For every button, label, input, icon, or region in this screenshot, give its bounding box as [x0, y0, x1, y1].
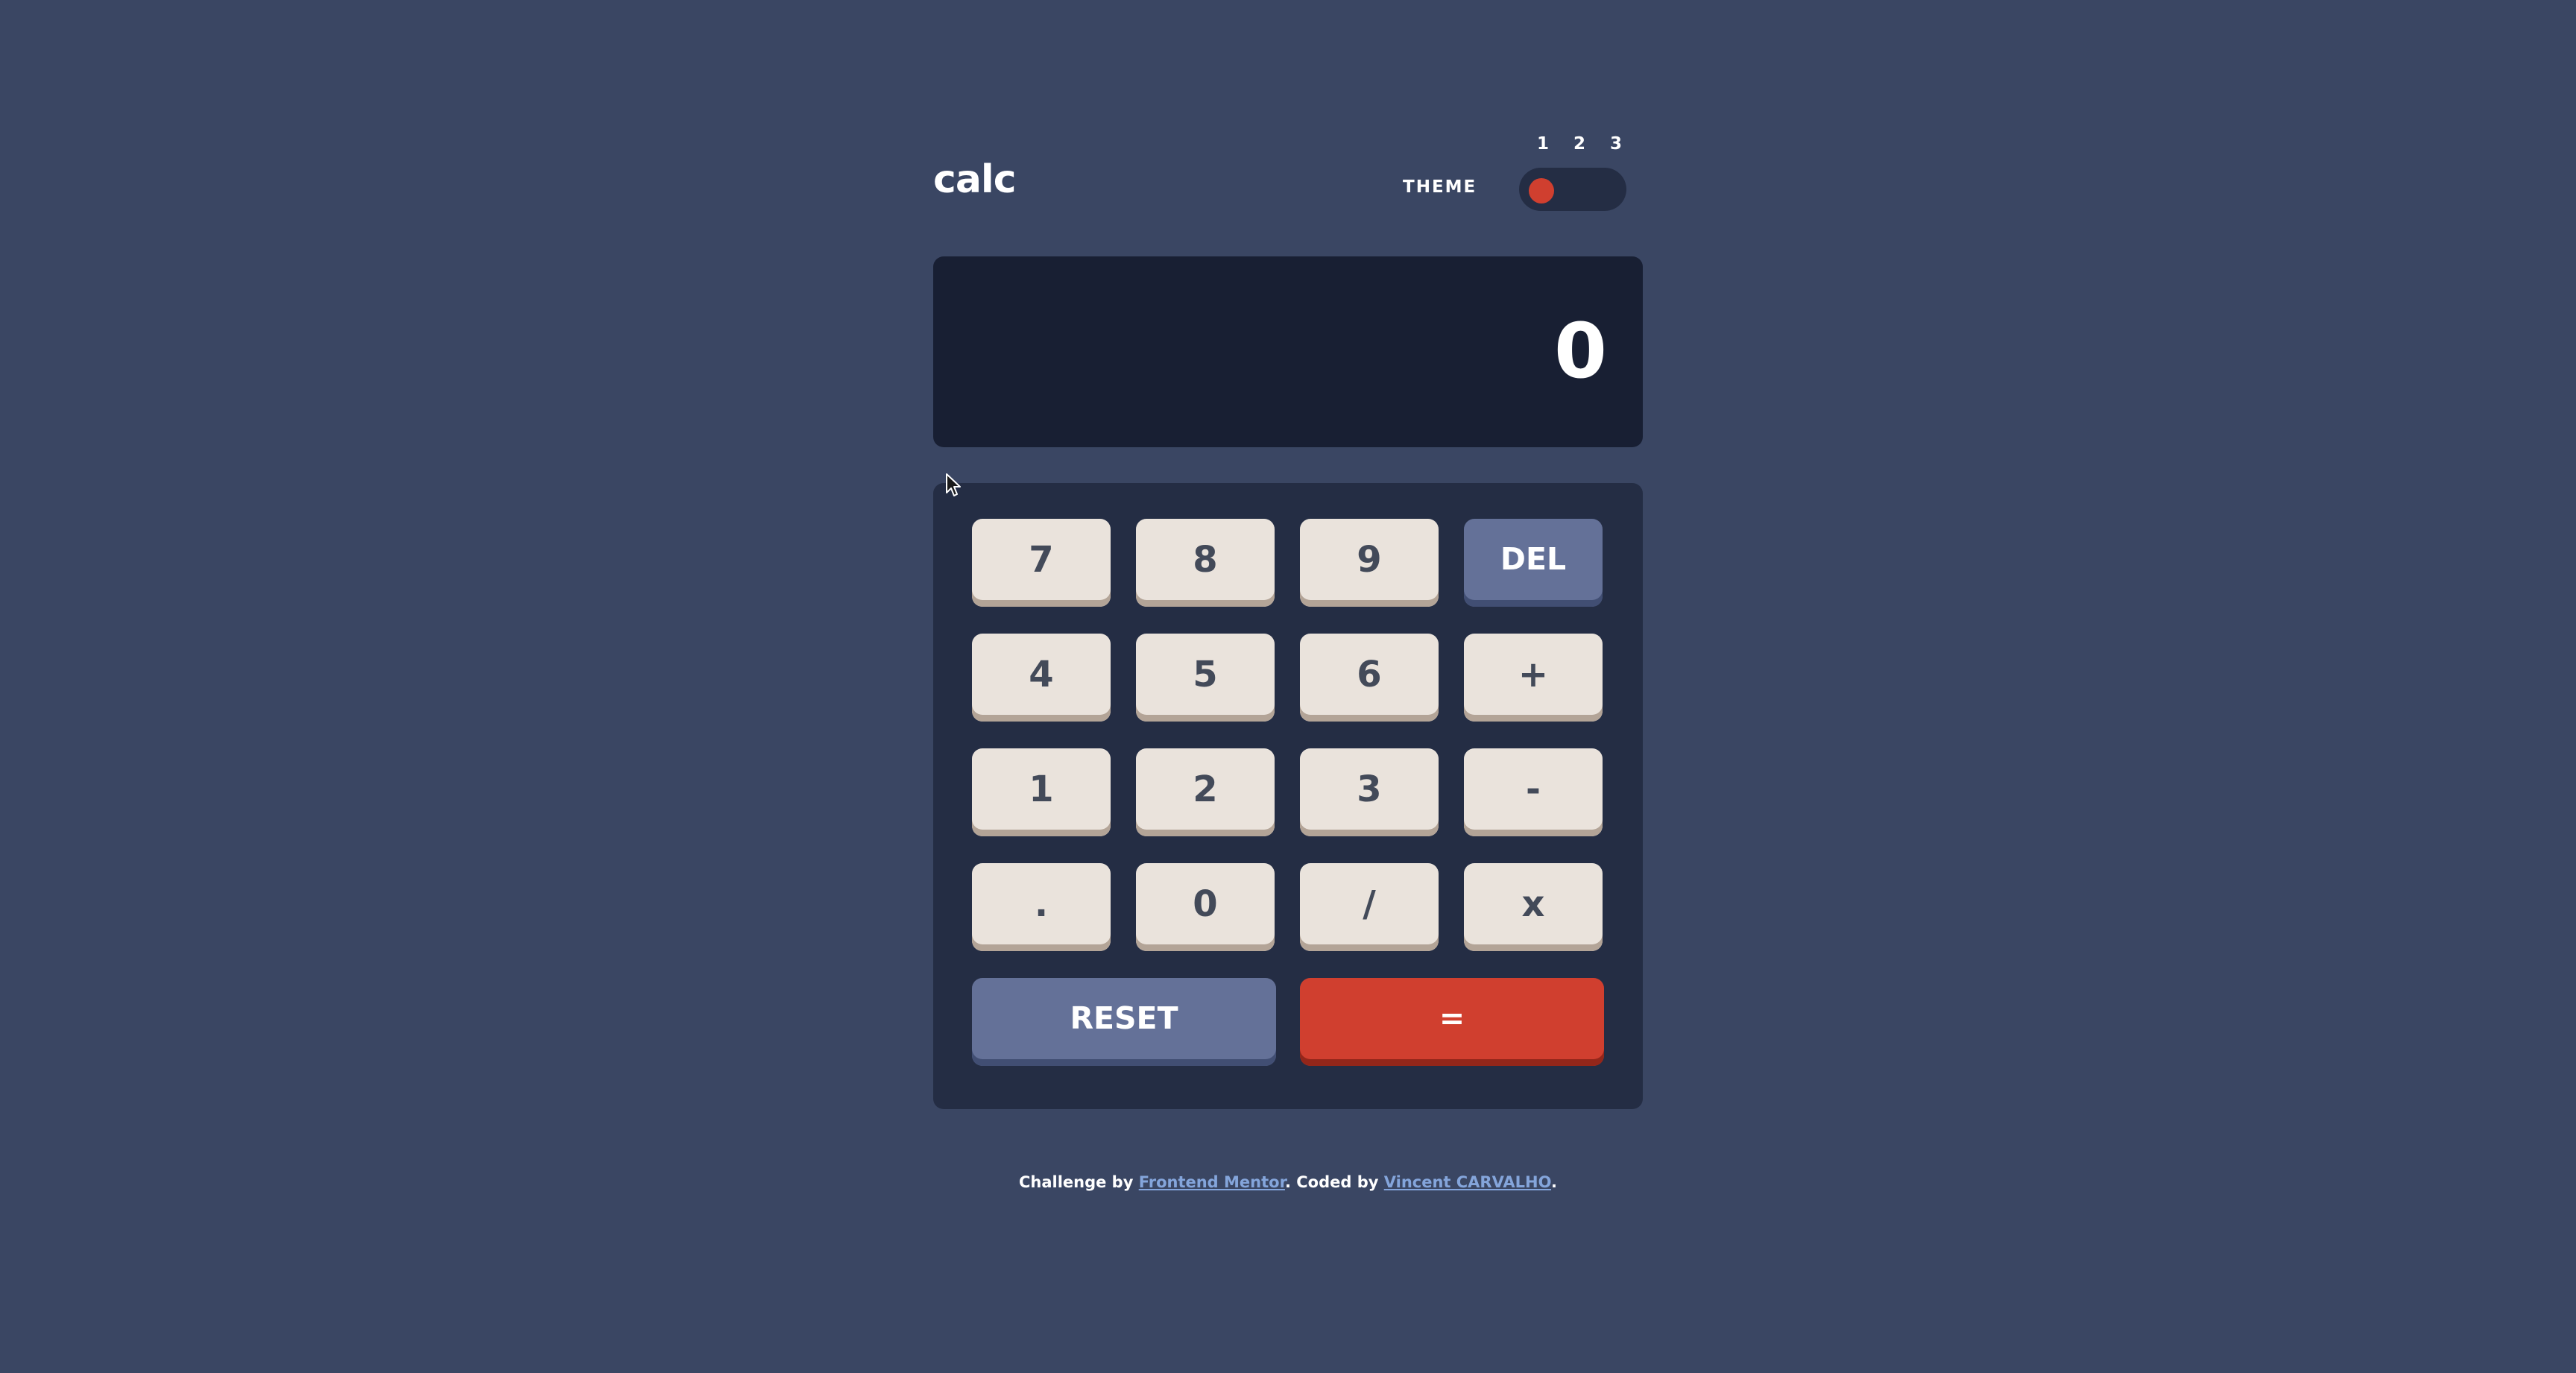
attribution-footer: Challenge by Frontend Mentor. Coded by V… [0, 1175, 2576, 1190]
calculator-display: 0 [933, 256, 1643, 447]
subtract-button[interactable]: - [1464, 748, 1603, 836]
theme-label: THEME [1403, 177, 1477, 197]
theme-number-2: 2 [1573, 134, 1585, 154]
display-value: 0 [1554, 307, 1607, 396]
reset-button[interactable]: RESET [972, 978, 1276, 1066]
key-9[interactable]: 9 [1300, 519, 1439, 607]
theme-number-1: 1 [1536, 134, 1549, 154]
frontend-mentor-link[interactable]: Frontend Mentor [1139, 1173, 1285, 1191]
key-6[interactable]: 6 [1300, 634, 1439, 722]
app-logo: calc [933, 157, 1017, 202]
delete-button[interactable]: DEL [1464, 519, 1603, 607]
theme-number-3: 3 [1609, 134, 1622, 154]
divide-button[interactable]: / [1300, 863, 1439, 951]
key-3[interactable]: 3 [1300, 748, 1439, 836]
decimal-button[interactable]: . [972, 863, 1111, 951]
add-button[interactable]: + [1464, 634, 1603, 722]
keypad: 7 8 9 DEL 4 5 6 + 1 2 3 - . 0 / x RESET … [933, 483, 1643, 1109]
theme-toggle-knob[interactable] [1529, 178, 1554, 203]
multiply-button[interactable]: x [1464, 863, 1603, 951]
key-5[interactable]: 5 [1136, 634, 1275, 722]
calculator-app: calc THEME 1 2 3 0 7 8 9 DEL 4 5 6 + 1 2… [933, 127, 1643, 1109]
key-1[interactable]: 1 [972, 748, 1111, 836]
author-link[interactable]: Vincent CARVALHO [1384, 1173, 1551, 1191]
footer-prefix: Challenge by [1018, 1173, 1139, 1191]
mouse-pointer-icon [946, 473, 961, 496]
theme-number-labels: 1 2 3 [1532, 136, 1626, 153]
key-4[interactable]: 4 [972, 634, 1111, 722]
key-8[interactable]: 8 [1136, 519, 1275, 607]
footer-suffix: . [1551, 1173, 1558, 1191]
key-0[interactable]: 0 [1136, 863, 1275, 951]
calculator-header: calc THEME 1 2 3 [933, 127, 1643, 216]
key-2[interactable]: 2 [1136, 748, 1275, 836]
key-7[interactable]: 7 [972, 519, 1111, 607]
footer-middle: . Coded by [1284, 1173, 1384, 1191]
theme-toggle[interactable] [1519, 168, 1626, 211]
equals-button[interactable]: = [1300, 978, 1604, 1066]
